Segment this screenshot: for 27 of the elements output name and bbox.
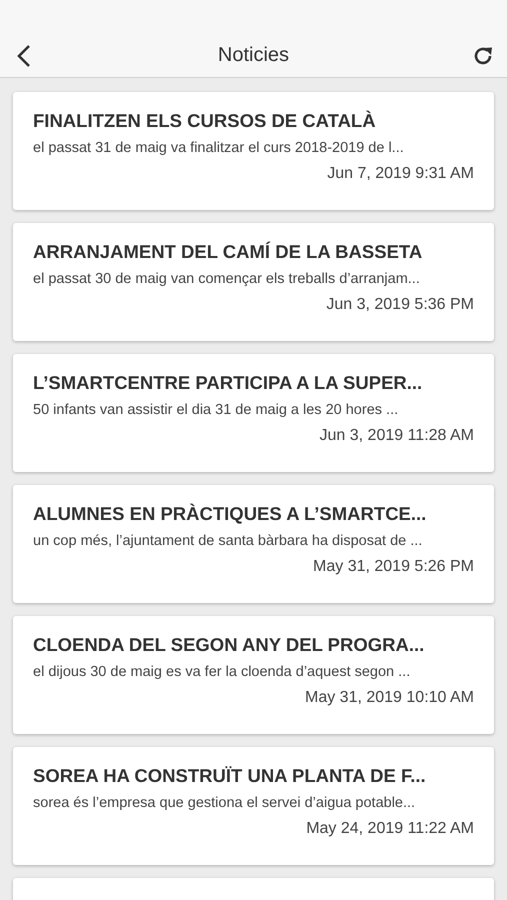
news-summary: 50 infants van assistir el dia 31 de maig a les 20 hores ... <box>33 402 400 418</box>
news-card[interactable]: SOREA HA CONSTRUÏT UNA PLANTA DE F... sorea és l’empresa que gestiona el servei d’aigua potable... May 24, 2019 11:22 AM <box>13 747 494 865</box>
screen-title: Noticies <box>218 44 290 67</box>
news-title: ALUMNES EN PRÀCTIQUES A L’SMARTCE... <box>33 503 428 525</box>
news-card[interactable]: CLOENDA DEL SEGON ANY DEL PROGRA... el dijous 30 de maig es va fer la cloenda d’aquest segon ... May 31, 2019 10:10 AM <box>13 616 494 734</box>
news-card[interactable]: ARRANJAMENT DEL CAMÍ DE LA BASSETA el passat 30 de maig van començar els treballs d’arranjam... Jun 3, 2019 5:36 PM <box>13 223 494 341</box>
news-summary: el passat 30 de maig van començar els treballs d’arranjam... <box>33 271 421 287</box>
news-date: May 31, 2019 5:26 PM <box>313 558 474 576</box>
news-title: L’SMARTCENTRE PARTICIPA A LA SUPER... <box>33 372 424 394</box>
news-summary: un cop més, l’ajuntament de santa bàrbara ha disposat de ... <box>33 533 424 549</box>
news-date: Jun 7, 2019 9:31 AM <box>327 165 474 183</box>
news-title: ARRANJAMENT DEL CAMÍ DE LA BASSETA <box>33 241 424 263</box>
news-summary: sorea és l’empresa que gestiona el servei d’aigua potable... <box>33 795 416 811</box>
news-date: May 24, 2019 11:22 AM <box>306 820 474 838</box>
news-card[interactable]: FINALITZEN ELS CURSOS DE CATALÀ el passat 31 de maig va finalitzar el curs 2018-2019 de l... Jun 7, 2019 9:31 AM <box>13 92 494 210</box>
news-date: May 31, 2019 10:10 AM <box>305 689 474 707</box>
refresh-icon <box>472 44 494 66</box>
news-title: SOREA HA CONSTRUÏT UNA PLANTA DE F... <box>33 765 427 787</box>
news-summary: el dijous 30 de maig es va fer la cloenda d’aquest segon ... <box>33 664 412 680</box>
chevron-left-icon <box>17 44 31 68</box>
news-card[interactable]: ALUMNES EN PRÀCTIQUES A L’SMARTCE... un cop més, l’ajuntament de santa bàrbara ha disposat de ... May 31, 2019 5:26 PM <box>13 485 494 603</box>
news-title: CLOENDA DEL SEGON ANY DEL PROGRA... <box>33 634 426 656</box>
news-date: Jun 3, 2019 5:36 PM <box>326 296 474 314</box>
news-title: FINALITZEN ELS CURSOS DE CATALÀ <box>33 110 377 132</box>
news-card[interactable]: L’SMARTCENTRE PARTICIPA A LA SUPER... 50 infants van assistir el dia 31 de maig a les 20 hores ... Jun 3, 2019 11:28 AM <box>13 354 494 472</box>
news-date: Jun 3, 2019 11:28 AM <box>320 427 474 445</box>
news-summary: el passat 31 de maig va finalitzar el curs 2018-2019 de l... <box>33 140 405 156</box>
